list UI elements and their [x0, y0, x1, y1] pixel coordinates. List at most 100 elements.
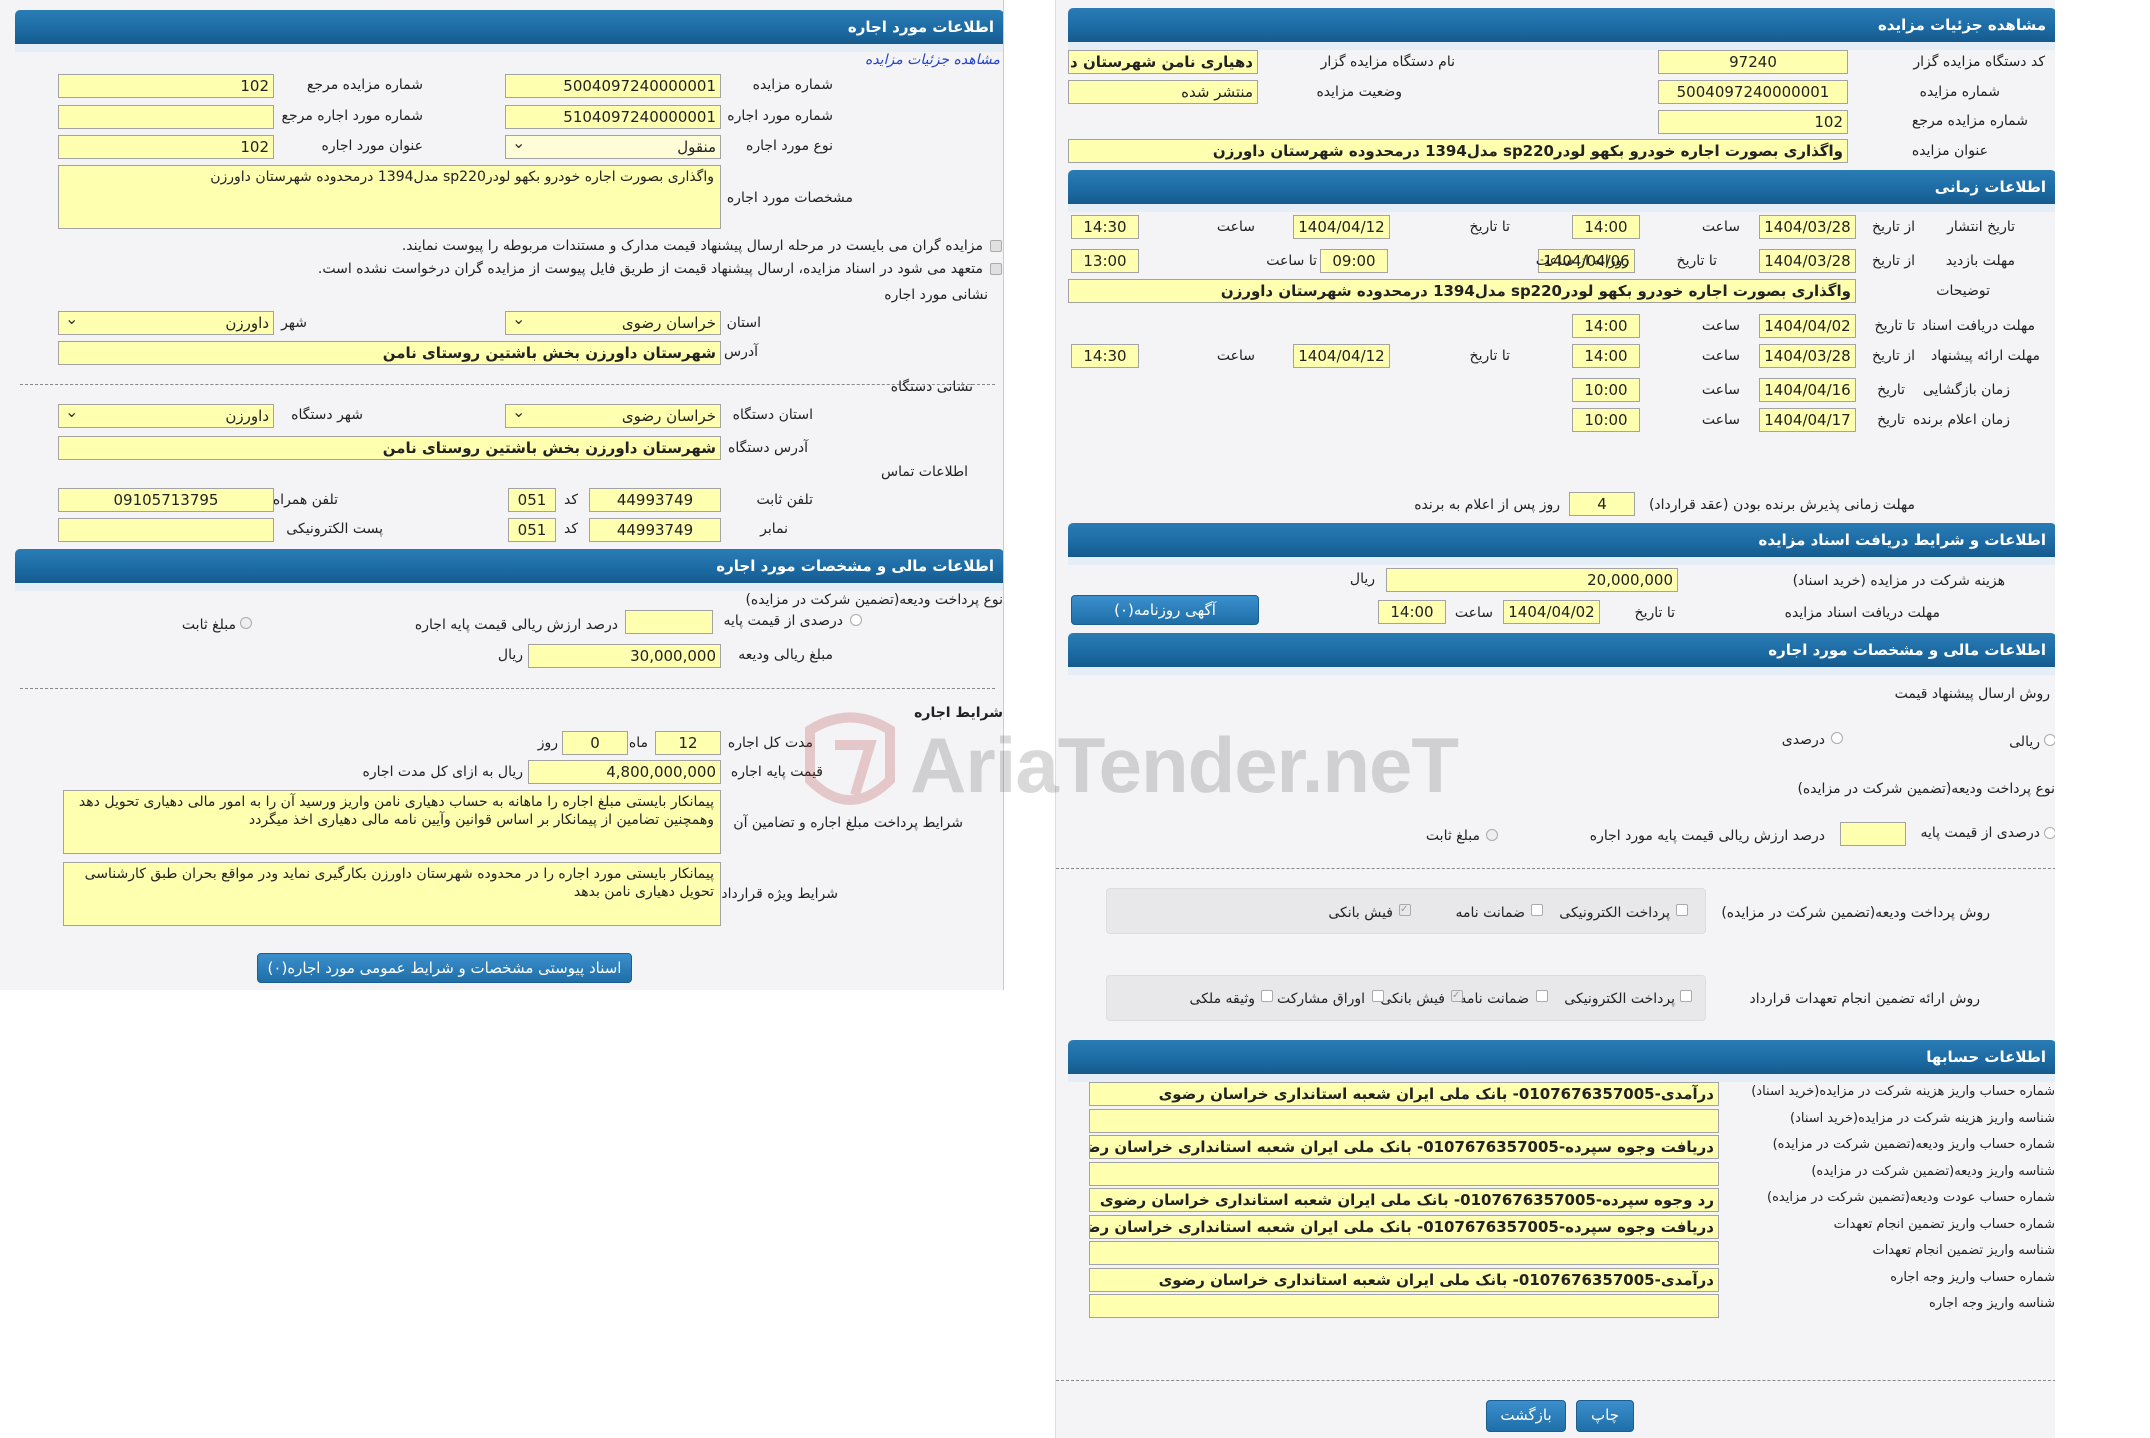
- dev-city-select[interactable]: داورزن: [58, 404, 274, 428]
- open-date-label: تاریخ: [1877, 382, 1905, 398]
- deposit-electronic-checkbox[interactable]: [1676, 904, 1688, 916]
- winner-date-label: تاریخ: [1877, 412, 1905, 428]
- percent-field[interactable]: [1840, 822, 1906, 846]
- account-label: شناسه واریز وجه اجاره: [1929, 1296, 2055, 1311]
- doc-recv-to-label: تا تاریخ: [1634, 605, 1675, 621]
- title-label: عنوان مزایده: [1911, 143, 1988, 159]
- time-info-header: اطلاعات زمانی: [1068, 170, 2055, 212]
- fax-code-label: کد: [563, 521, 578, 537]
- visit-to-hour-label: تا ساعت: [1266, 253, 1317, 269]
- print-button[interactable]: چاپ: [1576, 1400, 1634, 1432]
- fax-code-field: 051: [508, 518, 556, 542]
- account-label: شماره حساب واریز تضمین انجام تعهدات: [1833, 1217, 2055, 1232]
- phone-code-field: 051: [508, 488, 556, 512]
- desc-field: واگذاری بصورت اجاره خودرو بکهو لودرsp220…: [1068, 279, 1856, 303]
- status-field: منتشر شده: [1068, 80, 1258, 104]
- deposit-slip-checkbox[interactable]: ✓: [1399, 904, 1411, 916]
- percent-field[interactable]: [625, 610, 713, 634]
- accept-unit: روز پس از اعلام به برنده: [1414, 497, 1560, 513]
- lease-type-label: نوع مورد اجاره: [745, 138, 833, 154]
- account-value: [1089, 1162, 1719, 1186]
- guarantee-bonds-label: اوراق مشارکت: [1276, 991, 1365, 1007]
- lease-ref-field: [58, 105, 274, 129]
- mobile-field: 09105713795: [58, 488, 274, 512]
- percent-base-radio[interactable]: [2044, 827, 2055, 839]
- guarantee-property-checkbox[interactable]: [1261, 990, 1273, 1002]
- auction-details-header: مشاهده جزئیات مزایده: [1068, 8, 2055, 50]
- dev-province-select[interactable]: خراسان رضوی: [505, 404, 721, 428]
- device-section-title: نشانی دستگاه: [890, 379, 973, 395]
- month-label: ماه: [628, 735, 648, 751]
- offer-from-hour-label: ساعت: [1701, 348, 1740, 364]
- lease-type-select[interactable]: منقول: [505, 135, 721, 159]
- auction-details-link[interactable]: مشاهده جزئیات مزایده: [865, 52, 1000, 68]
- open-date: 1404/04/16: [1759, 378, 1856, 402]
- phone-code-label: کد: [563, 492, 578, 508]
- rial-option-radio[interactable]: [2044, 734, 2055, 746]
- offer-from-label: از تاریخ: [1872, 348, 1915, 364]
- visit-daily-hour: 09:00: [1320, 249, 1388, 273]
- account-label: شماره حساب عودت ودیعه(تضمین شرکت در مزای…: [1767, 1190, 2055, 1205]
- deposit-amount-label: مبلغ ریالی ودیعه: [738, 647, 833, 663]
- phone-label: تلفن ثابت: [756, 492, 813, 508]
- winner-date: 1404/04/17: [1759, 408, 1856, 432]
- visit-to-hour: 13:00: [1071, 249, 1139, 273]
- base-price-unit: ریال به ازای کل مدت اجاره: [362, 764, 523, 780]
- contact-section-title: اطلاعات تماس: [881, 464, 968, 480]
- deposit-type-label: نوع پرداخت ودیعه(تضمین شرکت در مزایده): [745, 592, 1003, 608]
- guarantee-letter-checkbox[interactable]: [1536, 990, 1548, 1002]
- percent-base-radio[interactable]: [850, 614, 862, 626]
- attachments-button[interactable]: اسناد پیوستی مشخصات و شرایط عمومی مورد ا…: [257, 953, 632, 983]
- doc-to-date: 1404/04/02: [1759, 314, 1856, 338]
- auction-no-field: 5004097240000001: [505, 74, 721, 98]
- ref-no-field: 102: [58, 74, 274, 98]
- documents-header: اطلاعات و شرایط دریافت اسناد مزایده: [1068, 523, 2055, 565]
- guarantee-slip-checkbox[interactable]: ✓: [1451, 990, 1463, 1002]
- note1-checkbox: [990, 240, 1002, 252]
- guarantee-electronic-label: پرداخت الکترونیکی: [1564, 991, 1675, 1007]
- org-name-label: نام دستگاه مزایده گزار: [1320, 54, 1455, 70]
- doc-to-hour: 14:00: [1572, 314, 1640, 338]
- city-select[interactable]: داورزن: [58, 311, 274, 335]
- base-price-field: 4,800,000,000: [528, 760, 721, 784]
- divider: [20, 688, 995, 689]
- rial-option-label: ریالی: [2009, 734, 2040, 750]
- percent-option-radio[interactable]: [1831, 732, 1843, 744]
- lease-no-field: 5104097240000001: [505, 105, 721, 129]
- financial-header: اطلاعات مالی و مشخصات مورد اجاره: [15, 549, 1003, 591]
- deposit-guarantee-checkbox[interactable]: [1531, 904, 1543, 916]
- doc-recv-hour-label: ساعت: [1454, 605, 1493, 621]
- winner-label: زمان اعلام برنده: [1912, 412, 2010, 428]
- deposit-amount-field: 30,000,000: [528, 644, 721, 668]
- lease-no-label: شماره مورد اجاره: [727, 108, 833, 124]
- guarantee-electronic-checkbox[interactable]: [1680, 990, 1692, 1002]
- price-method-label: روش ارسال پیشنهاد قیمت: [1894, 686, 2050, 702]
- publish-label: تاریخ انتشار: [1947, 219, 2015, 235]
- visit-label: مهلت بازدید: [1945, 253, 2015, 269]
- offer-to-hour-label: ساعت: [1216, 348, 1255, 364]
- fixed-amount-radio[interactable]: [240, 617, 252, 629]
- percent-base-label: درصدی از قیمت پایه: [1920, 825, 2040, 841]
- doc-deadline-label: مهلت دریافت اسناد: [1921, 318, 2035, 334]
- newspaper-ads-button[interactable]: آگهی روزنامه(۰): [1071, 595, 1259, 625]
- offer-to-date: 1404/04/12: [1293, 344, 1390, 368]
- province-select[interactable]: خراسان رضوی: [505, 311, 721, 335]
- divider: [1056, 1380, 2055, 1381]
- org-code-label: کد دستگاه مزایده گزار: [1913, 54, 2045, 70]
- ref-no-field: 102: [1658, 110, 1848, 134]
- mobile-label: تلفن همراه: [272, 492, 338, 508]
- publish-to-label: تا تاریخ: [1469, 219, 1510, 235]
- city-label: شهر: [281, 315, 307, 331]
- lease-title-field: 102: [58, 135, 274, 159]
- account-value: [1089, 1241, 1719, 1265]
- back-button[interactable]: بازگشت: [1486, 1400, 1566, 1432]
- account-value: درآمدی-0107676357005- بانک ملی ایران شعب…: [1089, 1268, 1719, 1292]
- fixed-amount-label: مبلغ ثابت: [181, 617, 236, 633]
- accept-days-field: 4: [1569, 492, 1635, 516]
- ref-no-label: شماره مزایده مرجع: [306, 77, 423, 93]
- fixed-amount-radio[interactable]: [1486, 829, 1498, 841]
- guarantee-bonds-checkbox[interactable]: [1372, 990, 1384, 1002]
- accept-label: مهلت زمانی پذیرش برنده بودن (عقد قرارداد…: [1648, 497, 1915, 513]
- lease-item-panel: اطلاعات مورد اجاره مشاهده جزئیات مزایده …: [0, 0, 1004, 990]
- auction-no-label: شماره مزایده: [1919, 84, 2000, 100]
